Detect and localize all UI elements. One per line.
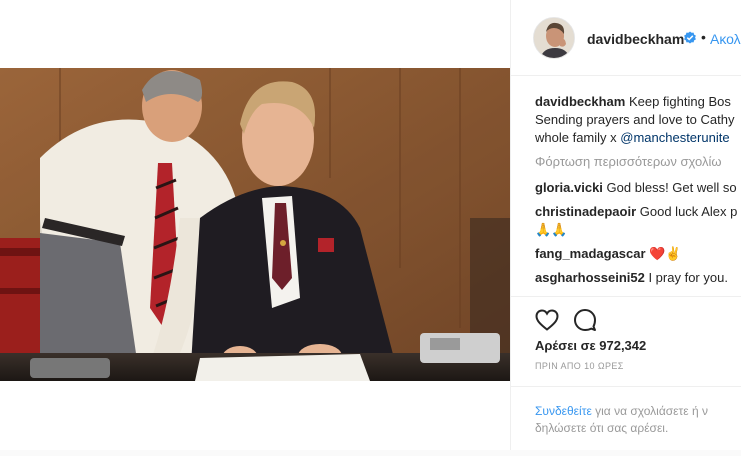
post-media-area [0, 0, 510, 450]
caption-text-line-1: Keep fighting Bos [628, 94, 731, 109]
comment-username[interactable]: fang_madagascar [535, 246, 646, 261]
comment-icon[interactable] [573, 308, 597, 332]
load-more-comments-button[interactable]: Φόρτωση περισσότερων σχολίω [535, 154, 722, 169]
caption-username[interactable]: davidbeckham [535, 94, 625, 109]
post-photo-illustration [0, 68, 510, 381]
post-photo[interactable] [0, 68, 510, 381]
follow-button[interactable]: Ακολ [710, 31, 741, 47]
login-prompt-line-1: για να σχολιάσετε ή ν [591, 404, 708, 418]
comment-text: God bless! Get well so [606, 180, 737, 195]
avatar[interactable] [533, 17, 575, 59]
login-prompt-text: Συνδεθείτε για να σχολιάσετε ή ν δηλώσετ… [535, 403, 708, 437]
post-timestamp[interactable]: ΠΡΙΝ ΑΠΟ 10 ΩΡΕΣ [535, 361, 624, 371]
post-sidebar: davidbeckham • Ακολ davidbeckham Keep fi… [510, 0, 741, 450]
caption-line-3: whole family x @manchesterunite [535, 129, 741, 147]
avatar-image [534, 18, 574, 58]
login-prompt-line-2: δηλώσετε ότι σας αρέσει. [535, 421, 669, 435]
comment-text-emoji: 🙏🙏 [535, 222, 568, 237]
likes-count[interactable]: Αρέσει σε 972,342 [535, 338, 646, 353]
heart-icon[interactable] [535, 309, 559, 331]
comment-item: fang_madagascar ❤️✌️ [535, 246, 682, 262]
header-separator: • [701, 29, 706, 45]
comment-text: I pray for you. [648, 270, 728, 285]
comment-username[interactable]: gloria.vicki [535, 180, 603, 195]
caption-text-line-2: Sending prayers and love to Cathy [535, 112, 735, 127]
login-link[interactable]: Συνδεθείτε [535, 404, 592, 418]
caption-text-line-3: whole family x [535, 130, 621, 145]
post-author-username[interactable]: davidbeckham [587, 31, 684, 47]
caption-line-1: davidbeckham Keep fighting Bos [535, 93, 741, 111]
comment-text: Good luck Alex p [639, 204, 738, 219]
comment-item-continued: 🙏🙏 [535, 222, 567, 238]
comment-item: christinadepaoir Good luck Alex p [535, 204, 737, 219]
comment-username[interactable]: christinadepaoir [535, 204, 636, 219]
caption-mention-link[interactable]: @manchesterunite [620, 130, 729, 145]
post-caption: davidbeckham Keep fighting Bos Sending p… [535, 93, 741, 147]
verified-badge-icon [683, 31, 697, 45]
post-header: davidbeckham • Ακολ [511, 0, 741, 76]
comment-text-emoji: ❤️✌️ [649, 246, 682, 261]
comment-username[interactable]: asgharhosseini52 [535, 270, 645, 285]
comment-item: asgharhosseini52 I pray for you. [535, 270, 728, 285]
login-prompt: Συνδεθείτε για να σχολιάσετε ή ν δηλώσετ… [511, 386, 741, 450]
post-actions [511, 296, 741, 336]
comment-item: gloria.vicki God bless! Get well so [535, 180, 737, 195]
